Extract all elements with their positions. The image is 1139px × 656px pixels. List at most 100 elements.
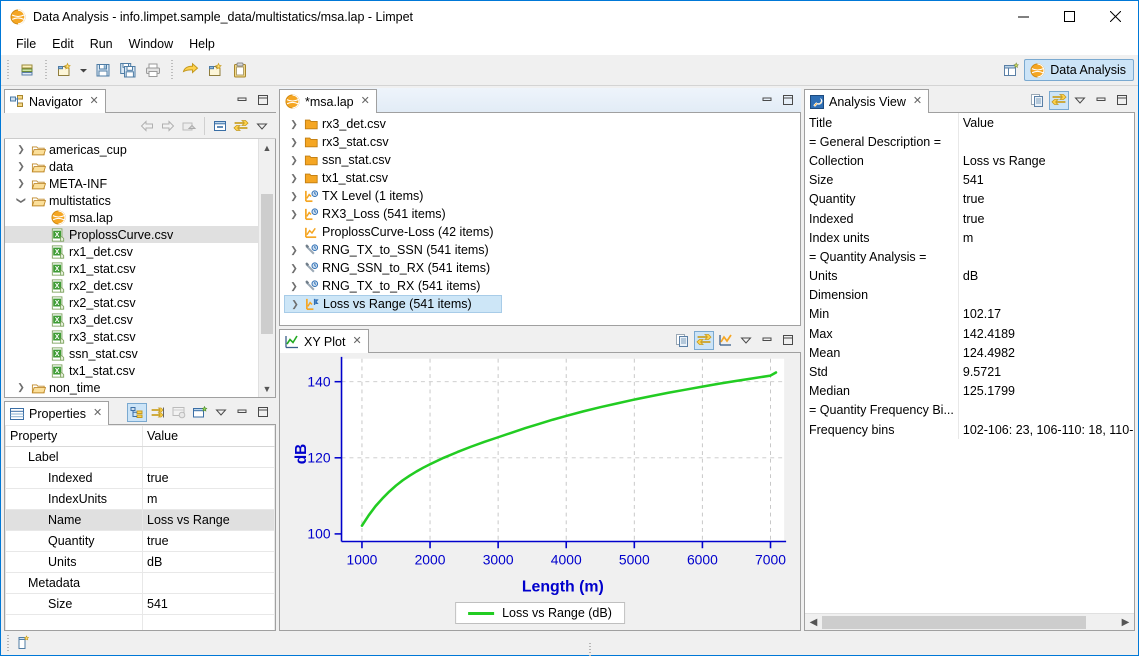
expand-twisty[interactable]: [13, 382, 29, 393]
navigator-item[interactable]: Xtx1_stat.csv: [5, 362, 275, 379]
analysis-row[interactable]: Dimension: [805, 285, 1134, 305]
minimize-button[interactable]: [1000, 2, 1046, 32]
properties-row[interactable]: Quantity true: [5, 530, 275, 552]
analysis-row[interactable]: = Quantity Frequency Bi...: [805, 400, 1134, 420]
show-categories-icon[interactable]: [127, 402, 147, 422]
navigator-item[interactable]: Xrx3_stat.csv: [5, 328, 275, 345]
save-all-icon[interactable]: [115, 58, 140, 82]
navigator-item[interactable]: data: [5, 158, 275, 175]
minimize-icon[interactable]: [1091, 91, 1111, 110]
forward-icon[interactable]: [158, 116, 178, 135]
scroll-left-icon[interactable]: ◀: [805, 617, 822, 628]
view-menu-icon[interactable]: [1070, 91, 1090, 110]
navigator-vertical-scrollbar[interactable]: ▲ ▼: [258, 139, 275, 397]
close-icon[interactable]: ✕: [913, 96, 922, 107]
editor-tree-item[interactable]: Loss vs Range (541 items): [284, 295, 502, 313]
scrollbar-thumb[interactable]: [822, 615, 1086, 629]
maximize-icon[interactable]: [253, 403, 273, 422]
navigator-item[interactable]: msa.lap: [5, 209, 275, 226]
open-perspective-icon[interactable]: [998, 59, 1024, 81]
analysis-row[interactable]: Frequency bins 102-106: 23, 106-110: 18, …: [805, 420, 1134, 440]
perspective-data-analysis-button[interactable]: Data Analysis: [1024, 59, 1134, 81]
editor-tree-item[interactable]: RNG_TX_to_RX (541 items): [280, 277, 800, 295]
maximize-button[interactable]: [1046, 2, 1092, 32]
link-with-editor-icon[interactable]: [694, 330, 714, 350]
analysis-row[interactable]: Index units m: [805, 228, 1134, 248]
analysis-row[interactable]: Max 142.4189: [805, 324, 1134, 344]
link-with-editor-icon[interactable]: [1049, 90, 1069, 110]
new-property-icon[interactable]: [190, 403, 210, 422]
expand-twisty[interactable]: [13, 161, 29, 172]
link-with-editor-icon[interactable]: [231, 116, 251, 135]
navigator-item[interactable]: americas_cup: [5, 141, 275, 158]
menu-run[interactable]: Run: [82, 35, 121, 53]
close-icon[interactable]: ✕: [93, 408, 102, 419]
maximize-icon[interactable]: [778, 331, 798, 350]
expand-twisty[interactable]: [286, 191, 302, 202]
navigator-item[interactable]: META-INF: [5, 175, 275, 192]
view-menu-icon[interactable]: [211, 403, 231, 422]
copy-icon[interactable]: [1028, 91, 1048, 110]
analysis-row[interactable]: = Quantity Analysis =: [805, 247, 1134, 267]
close-button[interactable]: [1092, 2, 1138, 32]
editor-tree-item[interactable]: rx3_stat.csv: [280, 133, 800, 151]
expand-twisty[interactable]: [286, 209, 302, 220]
copy-icon[interactable]: [673, 331, 693, 350]
maximize-icon[interactable]: [1112, 91, 1132, 110]
expand-twisty[interactable]: [13, 178, 29, 189]
expand-twisty[interactable]: [13, 144, 29, 155]
expand-twisty[interactable]: [287, 299, 303, 310]
restore-default-icon[interactable]: [169, 403, 189, 422]
expand-twisty[interactable]: [286, 155, 302, 166]
navigator-item[interactable]: non_time: [5, 379, 275, 396]
minimize-icon[interactable]: [757, 91, 777, 110]
new-wizard-icon[interactable]: [52, 58, 77, 82]
editor-tree-item[interactable]: ssn_stat.csv: [280, 151, 800, 169]
navigator-item[interactable]: Xssn_stat.csv: [5, 345, 275, 362]
analysis-row[interactable]: = General Description =: [805, 132, 1134, 152]
new-document-icon[interactable]: [203, 58, 228, 82]
close-icon[interactable]: ✕: [352, 336, 361, 347]
tab-properties[interactable]: Properties ✕: [4, 401, 110, 425]
editor-tree-item[interactable]: RNG_TX_to_SSN (541 items): [280, 241, 800, 259]
print-icon[interactable]: [140, 58, 165, 82]
toolbar-grip-2[interactable]: [42, 60, 49, 80]
scroll-right-icon[interactable]: ▶: [1117, 617, 1134, 628]
analysis-row[interactable]: Size 541: [805, 170, 1134, 190]
navigator-item[interactable]: Xrx1_stat.csv: [5, 260, 275, 277]
expand-twisty[interactable]: [286, 173, 302, 184]
minimize-icon[interactable]: [757, 331, 777, 350]
expand-twisty[interactable]: [286, 137, 302, 148]
maximize-icon[interactable]: [778, 91, 798, 110]
editor-tree-item[interactable]: rx3_det.csv: [280, 115, 800, 133]
navigator-item[interactable]: Xrx2_stat.csv: [5, 294, 275, 311]
expand-twisty[interactable]: [286, 281, 302, 292]
tab-analysis-view[interactable]: Analysis View ✕: [804, 89, 930, 113]
new-dropdown-arrow-icon[interactable]: [77, 58, 90, 82]
minimize-icon[interactable]: [232, 403, 252, 422]
expand-twisty[interactable]: [286, 245, 302, 256]
editor-tree-item[interactable]: RX3_Loss (541 items): [280, 205, 800, 223]
analysis-row[interactable]: Collection Loss vs Range: [805, 151, 1134, 171]
analysis-row[interactable]: Quantity true: [805, 189, 1134, 209]
menu-edit[interactable]: Edit: [44, 35, 82, 53]
scrollbar-thumb[interactable]: [261, 194, 273, 334]
properties-row[interactable]: Label: [5, 446, 275, 468]
analysis-row[interactable]: Units dB: [805, 266, 1134, 286]
menu-file[interactable]: File: [8, 35, 44, 53]
run-icon[interactable]: [178, 58, 203, 82]
close-icon[interactable]: ✕: [361, 96, 370, 107]
maximize-icon[interactable]: [253, 91, 273, 110]
close-icon[interactable]: ✕: [90, 96, 99, 107]
collapse-twisty[interactable]: [13, 195, 29, 206]
properties-row[interactable]: IndexUnits m: [5, 488, 275, 510]
tab-navigator[interactable]: Navigator ✕: [4, 89, 106, 113]
analysis-row[interactable]: Std 9.5721: [805, 362, 1134, 382]
menu-window[interactable]: Window: [121, 35, 181, 53]
editor-tree-item[interactable]: tx1_stat.csv: [280, 169, 800, 187]
navigator-item[interactable]: Xrx1_det.csv: [5, 243, 275, 260]
properties-row[interactable]: Size 541: [5, 593, 275, 615]
list-view-icon[interactable]: [14, 58, 39, 82]
toolbar-grip-3[interactable]: [168, 60, 175, 80]
up-icon[interactable]: [179, 116, 199, 135]
